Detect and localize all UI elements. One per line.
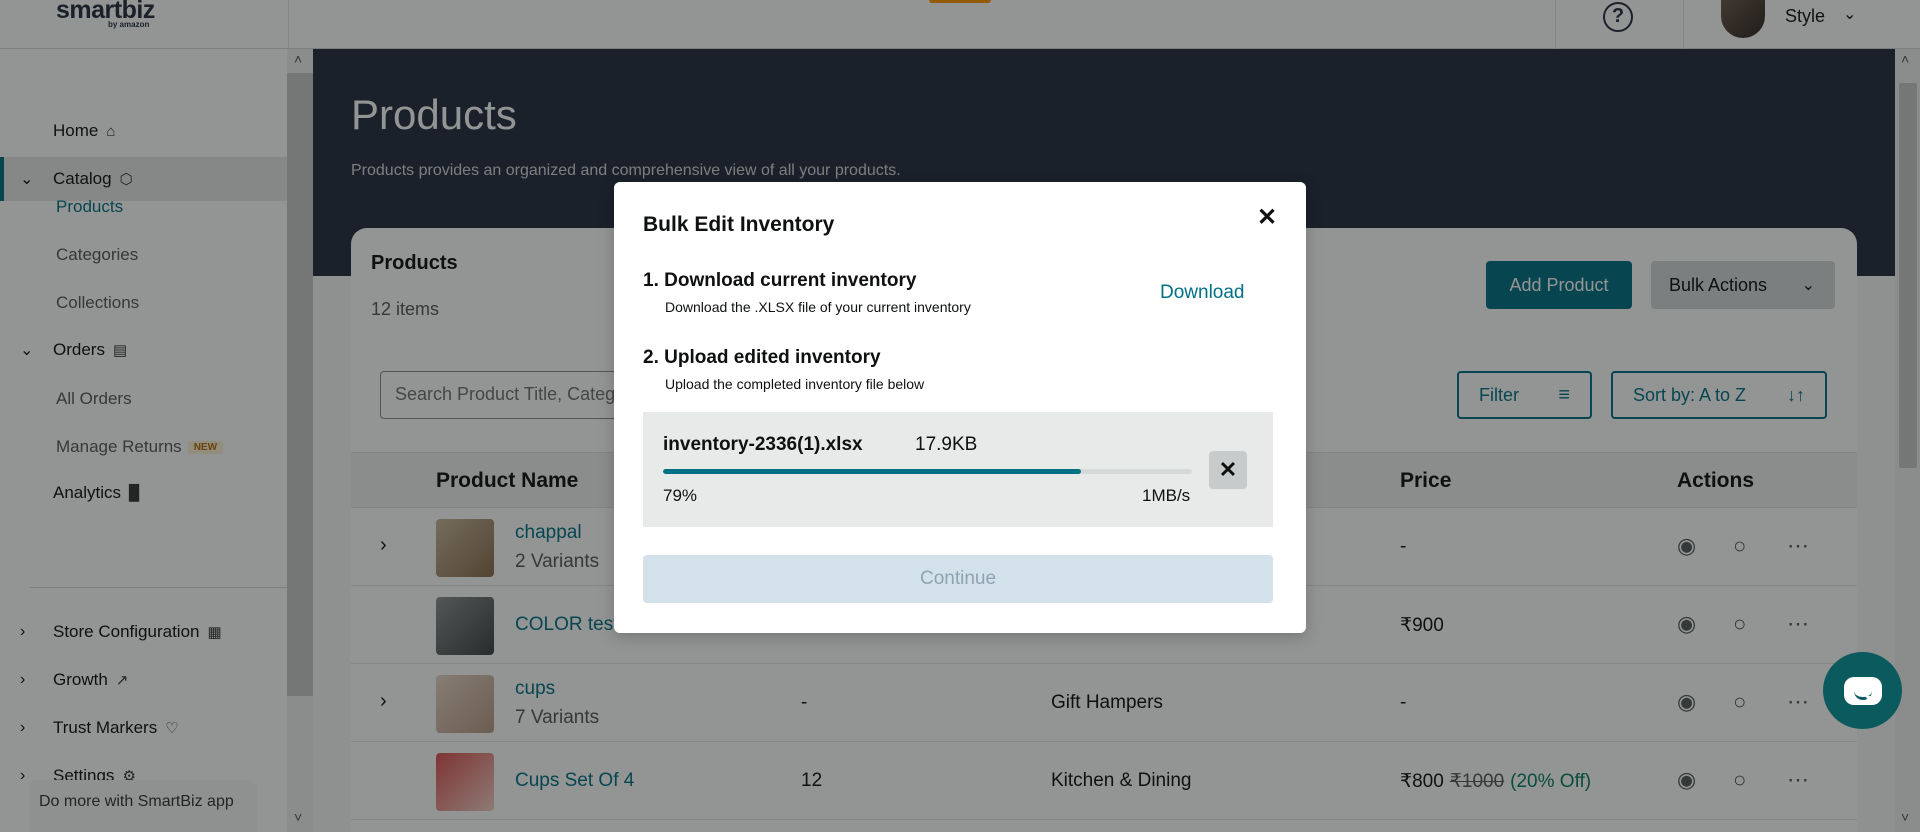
file-name: inventory-2336(1).xlsx xyxy=(663,434,863,455)
file-size: 17.9KB xyxy=(915,434,978,455)
chat-launcher-button[interactable] xyxy=(1823,652,1902,729)
cancel-upload-button[interactable]: ✕ xyxy=(1209,451,1247,489)
step-download-title: 1. Download current inventory xyxy=(643,270,917,291)
upload-speed: 1MB/s xyxy=(1142,486,1191,505)
chat-icon-tail xyxy=(1865,696,1877,704)
bulk-edit-inventory-dialog: Bulk Edit Inventory ✕ 1. Download curren… xyxy=(614,182,1306,633)
upload-progress-percent: 79% xyxy=(663,486,698,505)
upload-progress-fill xyxy=(663,469,1081,474)
close-icon[interactable]: ✕ xyxy=(1255,206,1279,230)
continue-button[interactable]: Continue xyxy=(643,555,1273,603)
upload-progress-card: inventory-2336(1).xlsx 17.9KB 79% 1MB/s … xyxy=(643,412,1273,527)
dialog-title: Bulk Edit Inventory xyxy=(643,213,835,236)
upload-progress-bar xyxy=(663,469,1192,474)
step-upload-title: 2. Upload edited inventory xyxy=(643,347,881,368)
step-upload-description: Upload the completed inventory file belo… xyxy=(665,376,925,392)
step-download-description: Download the .XLSX file of your current … xyxy=(665,299,971,315)
download-link[interactable]: Download xyxy=(1160,282,1245,304)
